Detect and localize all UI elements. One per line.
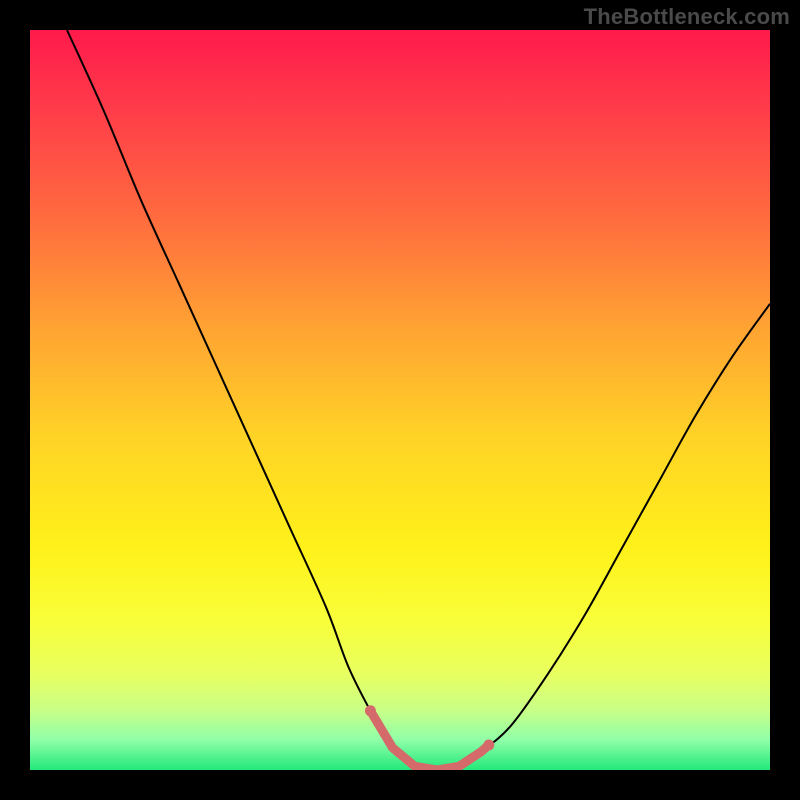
plot-background xyxy=(30,30,770,770)
watermark-text: TheBottleneck.com xyxy=(584,4,790,30)
highlight-end-dot xyxy=(483,740,494,751)
frame-left xyxy=(0,0,30,800)
frame-right xyxy=(770,0,800,800)
chart-canvas xyxy=(0,0,800,800)
frame-bottom xyxy=(0,770,800,800)
chart-frame: TheBottleneck.com xyxy=(0,0,800,800)
highlight-end-dot xyxy=(365,705,376,716)
